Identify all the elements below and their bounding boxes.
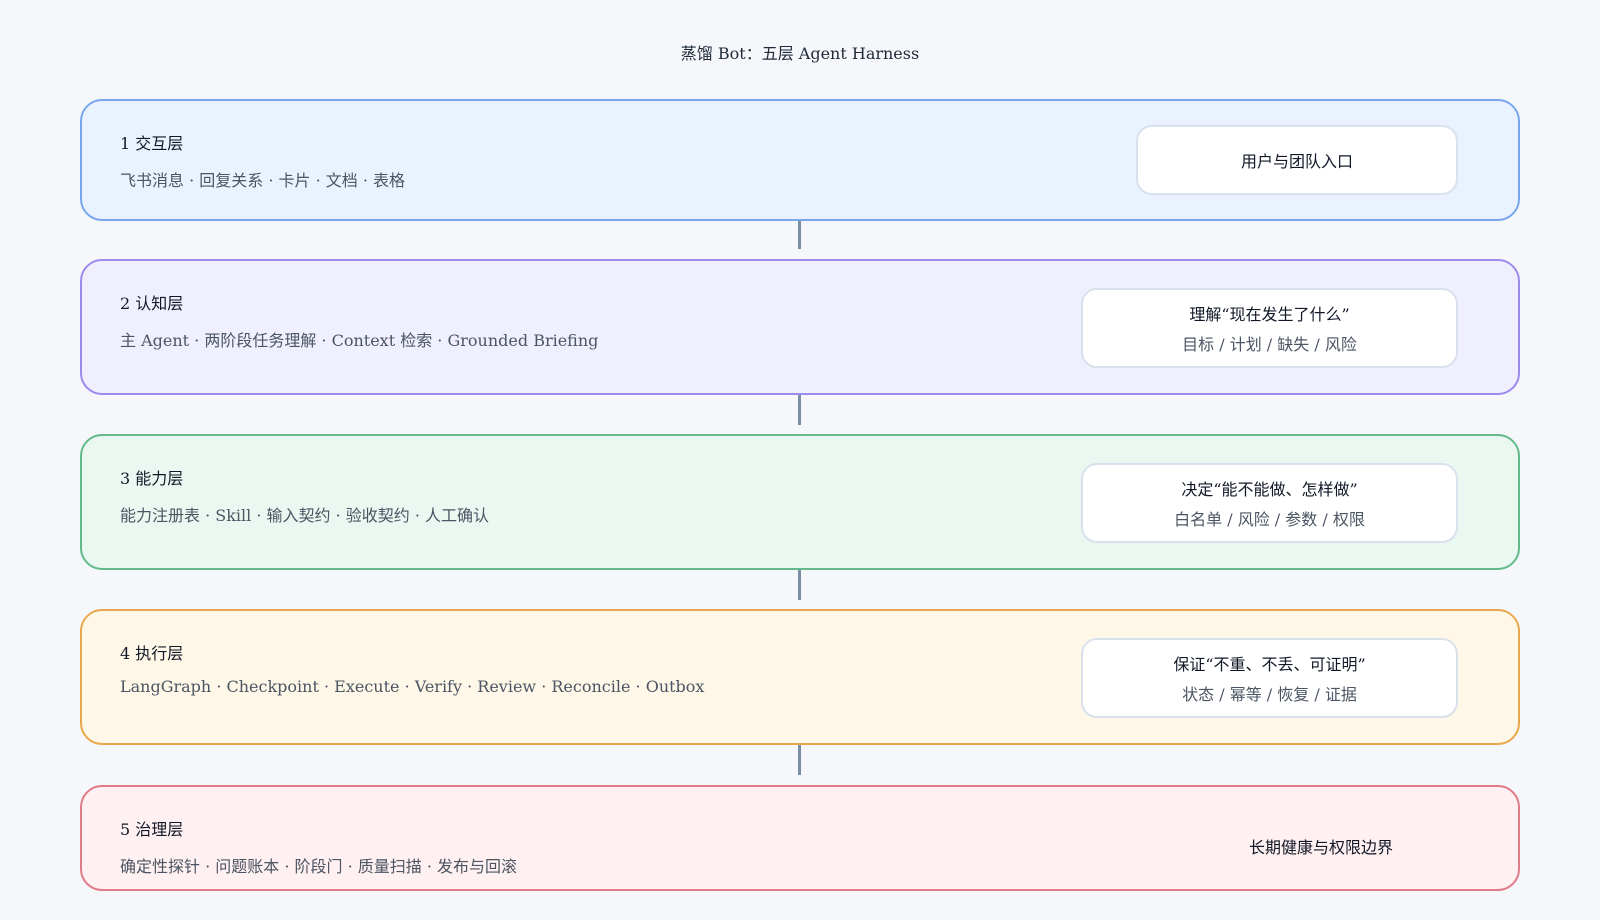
- layer-title: 5 治理层: [120, 820, 184, 839]
- layer-note-box: 保证“不重、不丢、可证明” 状态 / 幂等 / 恢复 / 证据: [1081, 638, 1458, 718]
- layer-note-box: 用户与团队入口: [1136, 125, 1458, 195]
- layer-subnote: 状态 / 幂等 / 恢复 / 证据: [1182, 685, 1357, 704]
- layer-title: 3 能力层: [120, 469, 184, 488]
- connector-line: [798, 395, 801, 425]
- layer-note-box: 理解“现在发生了什么” 目标 / 计划 / 缺失 / 风险: [1081, 288, 1458, 368]
- layer-title: 1 交互层: [120, 134, 184, 153]
- layer-note: 长期健康与权限边界: [1248, 838, 1393, 857]
- layer-title: 2 认知层: [120, 294, 184, 313]
- layer-title: 4 执行层: [120, 644, 184, 663]
- layer-capability: 3 能力层 能力注册表 · Skill · 输入契约 · 验收契约 · 人工确认…: [80, 434, 1520, 570]
- connector-line: [798, 745, 801, 775]
- layer-subnote: 白名单 / 风险 / 参数 / 权限: [1174, 510, 1365, 529]
- layer-note: 决定“能不能做、怎样做”: [1181, 480, 1358, 499]
- connector-line: [798, 570, 801, 600]
- layer-note: 理解“现在发生了什么”: [1189, 305, 1350, 324]
- layer-cognition: 2 认知层 主 Agent · 两阶段任务理解 · Context 检索 · G…: [80, 259, 1520, 395]
- connector-line: [798, 221, 801, 249]
- layer-description: 主 Agent · 两阶段任务理解 · Context 检索 · Grounde…: [120, 331, 599, 350]
- layer-note: 用户与团队入口: [1240, 152, 1353, 171]
- layer-note-box: 决定“能不能做、怎样做” 白名单 / 风险 / 参数 / 权限: [1081, 463, 1458, 543]
- layer-description: 飞书消息 · 回复关系 · 卡片 · 文档 · 表格: [120, 171, 406, 190]
- layer-description: 确定性探针 · 问题账本 · 阶段门 · 质量扫描 · 发布与回滚: [120, 857, 518, 876]
- layer-subnote: 目标 / 计划 / 缺失 / 风险: [1182, 335, 1357, 354]
- layer-interaction: 1 交互层 飞书消息 · 回复关系 · 卡片 · 文档 · 表格 用户与团队入口: [80, 99, 1520, 221]
- layer-execution: 4 执行层 LangGraph · Checkpoint · Execute ·…: [80, 609, 1520, 745]
- layer-note: 保证“不重、不丢、可证明”: [1173, 655, 1366, 674]
- diagram-title: 蒸馏 Bot：五层 Agent Harness: [680, 44, 920, 63]
- layer-description: LangGraph · Checkpoint · Execute · Verif…: [120, 677, 705, 696]
- layer-description: 能力注册表 · Skill · 输入契约 · 验收契约 · 人工确认: [120, 506, 490, 525]
- layer-governance: 5 治理层 确定性探针 · 问题账本 · 阶段门 · 质量扫描 · 发布与回滚 …: [80, 785, 1520, 891]
